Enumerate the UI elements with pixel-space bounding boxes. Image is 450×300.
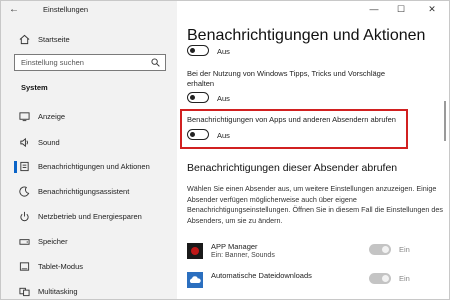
storage-icon	[19, 239, 30, 245]
power-icon	[20, 211, 29, 222]
home-icon	[19, 34, 30, 45]
window-title: Einstellungen	[43, 5, 89, 14]
display-icon	[19, 112, 30, 122]
toggle-knob	[382, 246, 389, 253]
moon-icon	[19, 186, 30, 197]
sidebar-item-benachrichtigungen[interactable]: Benachrichtigungen und Aktionen	[1, 158, 177, 176]
toggle-knob	[190, 94, 195, 100]
sidebar-item-label: Tablet-Modus	[38, 262, 84, 271]
back-button[interactable]: ←	[9, 4, 23, 16]
toggle-app-notifications[interactable]	[187, 129, 209, 140]
search-placeholder: Einstellung suchen	[21, 58, 84, 67]
main-content: Benachrichtigungen und Aktionen Aus Bei …	[177, 1, 449, 299]
home-label: Startseite	[38, 35, 70, 44]
sidebar-item-label: Speicher	[38, 237, 68, 246]
sidebar-item-label: Anzeige	[38, 112, 66, 121]
search-input[interactable]: Einstellung suchen	[14, 54, 166, 71]
tablet-icon	[19, 262, 30, 271]
sidebar-item-sound[interactable]: Sound	[1, 134, 177, 152]
app-status: Ein: Banner, Sounds	[211, 252, 275, 259]
tips-label-line1: Bei der Nutzung von Windows Tipps, Trick…	[187, 69, 386, 78]
multitasking-icon	[19, 287, 30, 297]
sidebar: ← Einstellungen Startseite Einstellung s…	[1, 1, 177, 299]
section-heading: System	[21, 83, 48, 92]
app-row-dateidownloads[interactable]: Automatische Dateidownloads Ein	[187, 270, 443, 294]
page-title: Benachrichtigungen und Aktionen	[187, 27, 426, 44]
toggle-state: Ein	[399, 274, 410, 283]
tips-label: Bei der Nutzung von Windows Tipps, Trick…	[187, 69, 385, 89]
toggle-state: Aus	[217, 47, 230, 56]
senders-description: Wählen Sie einen Absender aus, um weiter…	[187, 184, 443, 225]
search-icon	[151, 58, 160, 67]
sidebar-item-benachrichtigungsassistent[interactable]: Benachrichtigungsassistent	[1, 183, 177, 201]
sidebar-item-netzbetrieb[interactable]: Netzbetrieb und Energiesparen	[1, 208, 177, 226]
app-manager-icon	[187, 243, 203, 259]
sidebar-item-anzeige[interactable]: Anzeige	[1, 108, 177, 126]
app-name: APP Manager	[211, 242, 258, 251]
home-link[interactable]: Startseite	[1, 32, 177, 48]
sidebar-item-label: Benachrichtigungsassistent	[38, 187, 130, 196]
tips-label-line2: erhalten	[187, 79, 215, 88]
settings-window: ← Einstellungen Startseite Einstellung s…	[0, 0, 450, 300]
cloud-icon	[187, 272, 203, 288]
senders-heading: Benachrichtigungen dieser Absender abruf…	[187, 162, 398, 174]
app-row-app-manager[interactable]: APP Manager Ein: Banner, Sounds Ein	[187, 241, 443, 265]
sidebar-item-speicher[interactable]: Speicher	[1, 233, 177, 251]
sidebar-item-tablet-modus[interactable]: Tablet-Modus	[1, 258, 177, 276]
app-notifications-label: Benachrichtigungen von Apps und anderen …	[187, 115, 396, 124]
toggle-knob	[190, 131, 195, 137]
toggle-tips[interactable]	[187, 92, 209, 103]
sidebar-item-label: Multitasking	[38, 287, 78, 296]
app-toggle[interactable]	[369, 273, 391, 284]
sidebar-item-label: Benachrichtigungen und Aktionen	[38, 162, 150, 171]
active-indicator	[14, 161, 17, 173]
speaker-icon	[20, 137, 28, 148]
sidebar-item-label: Netzbetrieb und Energiesparen	[38, 212, 142, 221]
app-name: Automatische Dateidownloads	[211, 271, 312, 280]
toggle-state: Aus	[217, 131, 230, 140]
toggle-state: Ein	[399, 245, 410, 254]
scrollbar[interactable]	[444, 101, 446, 141]
notification-icon	[20, 161, 29, 172]
toggle-lockscreen[interactable]	[187, 45, 209, 56]
toggle-knob	[190, 47, 195, 53]
toggle-state: Aus	[217, 94, 230, 103]
app-toggle[interactable]	[369, 244, 391, 255]
sidebar-item-multitasking[interactable]: Multitasking	[1, 283, 177, 299]
sidebar-item-label: Sound	[38, 138, 60, 147]
toggle-knob	[382, 275, 389, 282]
